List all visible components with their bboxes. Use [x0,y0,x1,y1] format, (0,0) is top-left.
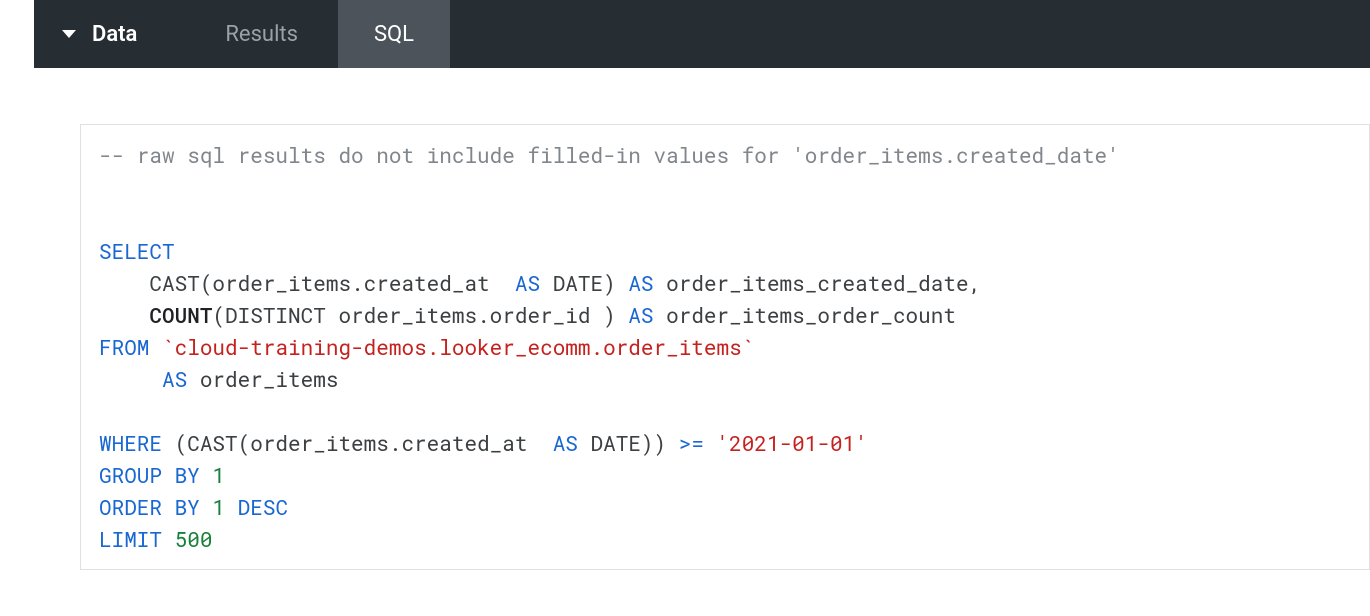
tab-sql[interactable]: SQL [338,0,450,68]
tab-results[interactable]: Results [185,0,338,68]
chevron-down-icon [62,30,76,38]
sql-code-container: -- raw sql results do not include filled… [80,124,1370,570]
sql-comment: -- raw sql results do not include filled… [99,141,1120,169]
tab-data[interactable]: Data [34,0,185,68]
tab-data-label: Data [92,22,137,47]
tab-sql-label: SQL [374,22,414,47]
sql-select: SELECT [99,237,175,265]
tab-results-label: Results [225,22,298,47]
sql-code: -- raw sql results do not include filled… [99,139,1351,555]
tab-bar: Data Results SQL [34,0,1370,68]
